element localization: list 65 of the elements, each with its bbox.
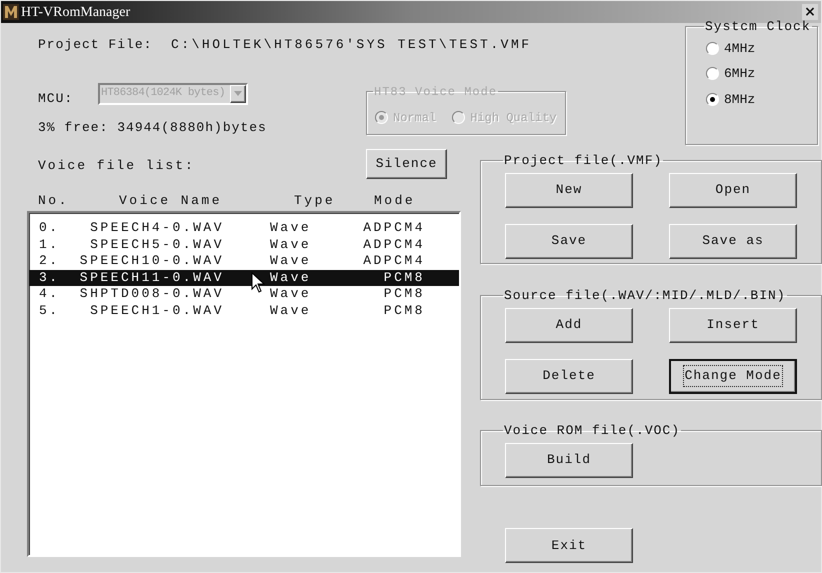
list-cell-text: SPEECH10-0.WAV	[78, 253, 224, 270]
list-cell-text: SPEECH1-0.WAV	[89, 302, 224, 320]
column-header: Voice Name	[119, 193, 222, 208]
list-cell-text: 1.	[38, 236, 61, 254]
list-cell-text: 4.	[38, 286, 61, 303]
list-row[interactable]: 2. SPEECH10-0.WAV Wave ADPCM4	[29, 253, 459, 270]
group-title: Source file(.WAV/:MID/.MLD/.BIN)	[503, 287, 787, 305]
app-icon	[3, 4, 19, 20]
push-button[interactable]: Open	[669, 172, 797, 208]
list-cell-text: ADPCM4	[362, 220, 425, 237]
free-space-text: 3% free: 34944(8880h)bytes	[38, 119, 268, 137]
radio-label: 8MHz	[724, 90, 756, 108]
list-cell-text: SPEECH5-0.WAV	[89, 236, 224, 254]
radio-label: 4MHz	[724, 40, 756, 58]
group-title: HT83 Voice Mode	[373, 84, 498, 100]
list-cell-text: PCM8	[382, 302, 425, 320]
list-cell-text: 3.	[38, 270, 61, 286]
list-cell-text: Wave	[270, 220, 312, 237]
radio-button[interactable]	[706, 92, 719, 106]
list-cell-text: PCM8	[382, 286, 425, 303]
column-header: No.	[38, 193, 69, 208]
close-button[interactable]: ×	[802, 4, 818, 20]
column-header: Type	[294, 193, 336, 208]
push-button[interactable]: Insert	[669, 308, 797, 342]
group-title: Voice ROM file(.VOC)	[503, 422, 682, 440]
list-cell-text: Wave	[270, 286, 312, 303]
column-header: Mode	[374, 193, 416, 208]
push-button[interactable]: Save as	[669, 224, 797, 258]
list-cell-text: SPEECH4-0.WAV	[89, 220, 224, 237]
list-cell-text: 5.	[38, 302, 61, 320]
push-button[interactable]: Change Mode	[669, 358, 797, 394]
list-label: Voice file list:	[37, 156, 196, 174]
push-button[interactable]: Save	[505, 224, 633, 258]
field-label: MCU:	[38, 90, 74, 108]
radio-button[interactable]	[706, 67, 719, 80]
list-cell-text: Wave	[270, 302, 312, 320]
list-cell-text: Wave	[270, 236, 312, 254]
list-row[interactable]: 4. SHPTD008-0.WAV Wave PCM8	[29, 286, 459, 303]
list-row[interactable]: 0. SPEECH4-0.WAV Wave ADPCM4	[29, 220, 459, 237]
group-title: Project file(.VMF)	[503, 152, 664, 170]
push-button[interactable]: Delete	[505, 358, 633, 394]
push-button[interactable]: Silence	[366, 149, 447, 179]
list-row[interactable]: 1. SPEECH5-0.WAV Wave ADPCM4	[29, 236, 459, 254]
list-row[interactable]: 3. SPEECH11-0.WAV Wave PCM8	[29, 270, 459, 286]
push-button[interactable]: Add	[505, 308, 633, 342]
list-cell-text: 0.	[38, 220, 61, 237]
radio-label: 6MHz	[724, 65, 756, 83]
file-path: C:\HOLTEK\HT86576'SYS TEST\TEST.VMF	[171, 36, 532, 54]
list-cell-text: 2.	[38, 253, 61, 270]
window-title: HT-VRomManager	[21, 4, 130, 22]
list-cell-text: SHPTD008-0.WAV	[78, 286, 224, 303]
list-cell-text: ADPCM4	[362, 236, 425, 254]
push-button[interactable]: Build	[505, 442, 633, 478]
push-button[interactable]: New	[505, 172, 633, 208]
field-label: Project File:	[38, 36, 154, 54]
list-cell-text: Wave	[270, 253, 312, 270]
list-cell-text: SPEECH11-0.WAV	[78, 270, 224, 286]
push-button[interactable]: Exit	[505, 528, 633, 563]
list-cell-text: ADPCM4	[362, 253, 425, 270]
radio-button[interactable]	[706, 42, 719, 55]
mouse-pointer-icon	[251, 272, 265, 294]
list-cell-text: Wave	[270, 270, 312, 286]
list-cell-text: PCM8	[382, 270, 425, 286]
group-title: Systcm Clock	[704, 18, 812, 36]
list-row[interactable]: 5. SPEECH1-0.WAV Wave PCM8	[29, 302, 459, 320]
